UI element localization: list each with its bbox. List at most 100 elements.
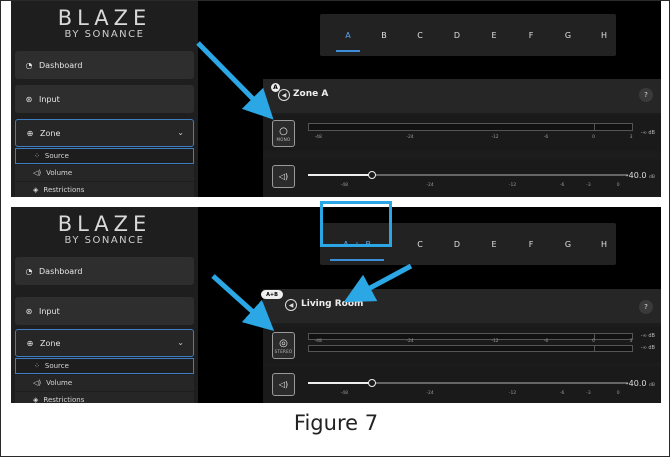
speaker-icon: ⊕	[26, 128, 34, 138]
tab-c[interactable]: C	[402, 14, 438, 56]
volume-icon: ◁)	[33, 169, 42, 177]
sidebar-item-input[interactable]: ⊛ Input	[15, 297, 194, 325]
zone-tabs: A B C D E F G H	[320, 14, 616, 56]
volume-slider-fill	[308, 174, 372, 176]
tab-d[interactable]: D	[439, 14, 475, 56]
help-button[interactable]: ?	[639, 300, 653, 314]
volume-scale: -48 -24 -12 -6 -3 0	[308, 183, 638, 189]
figure-caption: Figure 7	[293, 411, 379, 435]
meter-tick-label: 3	[629, 135, 633, 140]
sidebar-subitem-source[interactable]: ⁘ Source	[15, 358, 194, 374]
dashboard-gauge-icon: ◔	[25, 266, 33, 276]
tab-f[interactable]: F	[513, 14, 549, 56]
sidebar-subitem-volume[interactable]: ◁) Volume	[15, 375, 194, 391]
volume-row: ◁) -48 -24 -12 -6 -3 0 -40.0 dB	[263, 159, 661, 195]
source-row: ○ MONO -48 -24 -12 -6 0 3 -∞ dB	[263, 115, 661, 151]
volume-tick-label: -6	[559, 391, 565, 396]
volume-value: -40.0	[625, 171, 647, 180]
sidebar-subitem-label: Restrictions	[43, 396, 85, 403]
mono-stereo-button[interactable]: ○ MONO	[272, 120, 295, 147]
sidebar-subitem-source[interactable]: ⁘ Source	[15, 148, 194, 164]
tab-e[interactable]: E	[476, 223, 512, 265]
volume-readout: -40.0 dB	[626, 379, 655, 388]
volume-unit: dB	[649, 175, 655, 180]
sidebar-subitem-label: Source	[44, 152, 69, 160]
sidebar-subitem-label: Volume	[46, 169, 73, 177]
sidebar-subitem-restrictions[interactable]: ◈ Restrictions	[15, 182, 194, 197]
chevron-down-icon: ⌄	[177, 338, 184, 347]
volume-value: -40.0	[625, 379, 647, 388]
brand-subtitle: BY SONANCE	[64, 235, 145, 246]
volume-mute-button[interactable]: ◁)	[272, 165, 295, 188]
sidebar-subitem-volume[interactable]: ◁) Volume	[15, 165, 194, 181]
volume-slider-knob[interactable]	[368, 379, 376, 387]
tab-g[interactable]: G	[550, 223, 586, 265]
chevron-down-icon: ⌄	[177, 128, 184, 137]
brand-name: BLAZE	[57, 6, 152, 30]
sidebar-item-label: Input	[39, 306, 60, 316]
volume-scale: -48 -24 -12 -6 -3 0	[308, 391, 638, 397]
sidebar-item-zone[interactable]: ⊕ Zone ⌄	[15, 329, 194, 357]
volume-slider[interactable]	[308, 379, 628, 387]
sidebar-item-label: Input	[39, 94, 60, 104]
level-meter	[308, 123, 633, 131]
volume-icon: ◁)	[278, 380, 289, 389]
volume-slider-knob[interactable]	[368, 171, 376, 179]
sidebar: BLAZE BY SONANCE ◔ Dashboard ⊛ Input ⊕ Z…	[11, 207, 198, 403]
sidebar-subitem-label: Source	[44, 362, 69, 370]
mode-label: MONO	[276, 136, 291, 142]
tab-b[interactable]: B	[366, 14, 402, 56]
tab-d[interactable]: D	[439, 223, 475, 265]
zone-letter-badge: A+B	[261, 290, 283, 299]
source-row: ◎ STEREO -48 -24 -12 -6 0 3 -∞ dB -∞ dB	[263, 327, 661, 363]
volume-tick-label: -6	[559, 183, 565, 188]
meter-tick-label: 0	[592, 135, 596, 140]
tab-f[interactable]: F	[513, 223, 549, 265]
meter-tick-label: -12	[491, 135, 499, 140]
highlight-box	[320, 201, 392, 247]
meter-scale: -48 -24 -12 -6 0 3	[308, 339, 648, 347]
tab-a[interactable]: A	[330, 14, 366, 56]
tab-e[interactable]: E	[476, 14, 512, 56]
meter-tick-label: -12	[491, 339, 499, 344]
tab-h[interactable]: H	[586, 14, 622, 56]
help-button[interactable]: ?	[639, 88, 653, 102]
volume-tick-label: -48	[340, 183, 348, 188]
tab-h[interactable]: H	[586, 223, 622, 265]
zone-card: A ◀ Zone A ? ○ MONO -48 -24 -12 -6 0 3 -…	[263, 79, 661, 197]
stereo-circles-icon: ◎	[279, 337, 288, 349]
sidebar-item-dashboard[interactable]: ◔ Dashboard	[15, 257, 194, 285]
restrictions-icon: ◈	[33, 186, 39, 194]
meter-tick-label: -24	[406, 135, 414, 140]
meter-db-readout: -∞ dB	[640, 333, 655, 339]
volume-row: ◁) -48 -24 -12 -6 -3 0 -40.0 dB	[263, 367, 661, 403]
volume-tick-label: 0	[616, 391, 620, 396]
volume-slider[interactable]	[308, 171, 628, 179]
volume-tick-label: -48	[340, 391, 348, 396]
volume-tick-label: -3	[586, 183, 591, 188]
brand-subtitle: BY SONANCE	[64, 29, 145, 40]
screenshot-panel-1: BLAZE BY SONANCE ◔ Dashboard ⊛ Input ⊕ Z…	[11, 1, 661, 197]
sidebar-subitem-label: Restrictions	[43, 186, 85, 194]
zone-card-header: A ◀ Zone A ?	[263, 79, 661, 113]
restrictions-icon: ◈	[33, 396, 39, 403]
mono-stereo-button[interactable]: ◎ STEREO	[272, 332, 295, 359]
sidebar-item-input[interactable]: ⊛ Input	[15, 85, 194, 113]
tab-g[interactable]: G	[550, 14, 586, 56]
tab-c[interactable]: C	[402, 223, 438, 265]
volume-readout: -40.0 dB	[626, 171, 655, 180]
volume-tick-label: 0	[616, 183, 620, 188]
meter-tick-label: -48	[314, 339, 322, 344]
zone-title: Living Room	[301, 299, 364, 309]
sidebar-subitem-restrictions[interactable]: ◈ Restrictions	[15, 392, 194, 403]
mono-circle-icon: ○	[279, 125, 288, 137]
dashboard-gauge-icon: ◔	[25, 60, 33, 70]
figure-frame: BLAZE BY SONANCE ◔ Dashboard ⊛ Input ⊕ Z…	[0, 0, 670, 457]
sidebar-item-zone[interactable]: ⊕ Zone ⌄	[15, 119, 194, 147]
speaker-icon: ◀	[278, 89, 290, 101]
zone-title: Zone A	[293, 89, 329, 99]
volume-mute-button[interactable]: ◁)	[272, 373, 295, 396]
sidebar-item-dashboard[interactable]: ◔ Dashboard	[15, 51, 194, 79]
zone-card: A+B ◀ Living Room ? ◎ STEREO -48 -24 -12…	[261, 289, 661, 403]
meter-scale: -48 -24 -12 -6 0 3	[308, 135, 648, 143]
